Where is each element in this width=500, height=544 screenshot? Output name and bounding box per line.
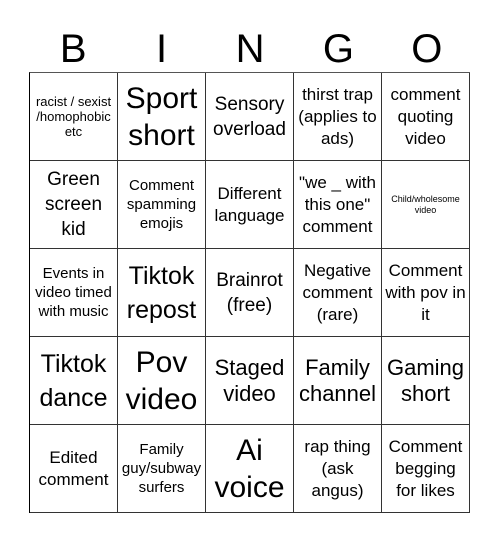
- header-letter-o: O: [411, 27, 443, 71]
- bingo-cell[interactable]: Sensory overload: [206, 73, 294, 161]
- bingo-cell[interactable]: Edited comment: [30, 425, 118, 513]
- bingo-cell[interactable]: Gaming short: [382, 337, 470, 425]
- bingo-cell[interactable]: Ai voice: [206, 425, 294, 513]
- bingo-cell[interactable]: comment quoting video: [382, 73, 470, 161]
- bingo-cell[interactable]: Family channel: [294, 337, 382, 425]
- bingo-cell[interactable]: Comment spamming emojis: [118, 161, 206, 249]
- bingo-cell[interactable]: Tiktok dance: [30, 337, 118, 425]
- bingo-header: B I N G O: [29, 26, 471, 72]
- bingo-cell[interactable]: racist / sexist /homophobic etc: [30, 73, 118, 161]
- bingo-cell[interactable]: Family guy/subway surfers: [118, 425, 206, 513]
- bingo-cell[interactable]: Comment with pov in it: [382, 249, 470, 337]
- bingo-cell[interactable]: "we _ with this one" comment: [294, 161, 382, 249]
- bingo-cell[interactable]: Child/wholesome video: [382, 161, 470, 249]
- bingo-cell[interactable]: Pov video: [118, 337, 206, 425]
- bingo-cell[interactable]: Brainrot (free): [206, 249, 294, 337]
- bingo-cell[interactable]: Different language: [206, 161, 294, 249]
- bingo-cell[interactable]: Events in video timed with music: [30, 249, 118, 337]
- header-letter-n: N: [235, 27, 265, 71]
- bingo-cell[interactable]: Green screen kid: [30, 161, 118, 249]
- header-letter-b: B: [59, 27, 87, 71]
- bingo-grid: racist / sexist /homophobic etc Sport sh…: [29, 72, 470, 513]
- header-letter-g: G: [322, 27, 354, 71]
- header-letter-i: I: [156, 27, 168, 71]
- bingo-cell[interactable]: Comment begging for likes: [382, 425, 470, 513]
- bingo-cell[interactable]: rap thing (ask angus): [294, 425, 382, 513]
- bingo-cell[interactable]: thirst trap (applies to ads): [294, 73, 382, 161]
- bingo-cell[interactable]: Sport short: [118, 73, 206, 161]
- bingo-cell[interactable]: Negative comment (rare): [294, 249, 382, 337]
- bingo-cell[interactable]: Tiktok repost: [118, 249, 206, 337]
- bingo-cell[interactable]: Staged video: [206, 337, 294, 425]
